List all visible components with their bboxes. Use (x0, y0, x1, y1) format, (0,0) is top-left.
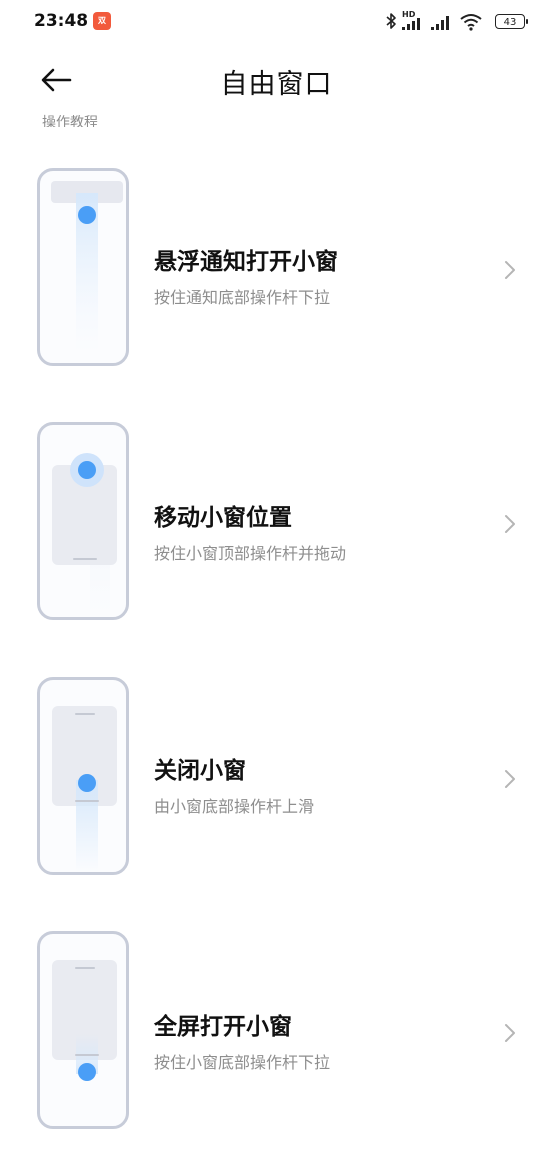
battery-indicator: 43 (495, 14, 528, 29)
item-title: 移动小窗位置 (154, 505, 292, 531)
chevron-right-icon (505, 515, 515, 533)
app-notification-icon: 双11 (93, 12, 111, 43)
list-item-floating-notification[interactable]: 悬浮通知打开小窗 按住通知底部操作杆下拉 (0, 168, 553, 378)
bluetooth-icon (386, 13, 396, 29)
phone-illustration (37, 422, 129, 620)
chevron-right-icon (505, 1024, 515, 1042)
gesture-illustration (51, 181, 123, 353)
signal-2-icon (431, 16, 449, 30)
chevron-right-icon (505, 261, 515, 279)
header: 自由窗口 (0, 44, 553, 116)
item-subtitle: 按住通知底部操作杆下拉 (154, 288, 331, 307)
item-text: 移动小窗位置 按住小窗顶部操作杆并拖动 (154, 498, 346, 564)
phone-illustration (37, 677, 129, 875)
signal-1-icon (402, 18, 420, 30)
status-time: 23:48 (34, 11, 89, 31)
wifi-icon (460, 14, 482, 31)
status-bar: 23:48 双11 HD 43 (0, 0, 553, 44)
page-title: 自由窗口 (220, 69, 333, 100)
item-title: 关闭小窗 (154, 758, 246, 784)
gesture-illustration (52, 453, 117, 615)
gesture-illustration (52, 706, 117, 872)
list-item-move-window[interactable]: 移动小窗位置 按住小窗顶部操作杆并拖动 (0, 422, 553, 632)
gesture-illustration (52, 960, 117, 1081)
section-label-text: 操作教程 (42, 115, 98, 127)
item-title: 全屏打开小窗 (154, 1014, 292, 1040)
item-subtitle: 按住小窗底部操作杆下拉 (154, 1053, 331, 1072)
chevron-right-icon (505, 770, 515, 788)
item-subtitle: 由小窗底部操作杆上滑 (154, 797, 315, 816)
list-item-close-window[interactable]: 关闭小窗 由小窗底部操作杆上滑 (0, 677, 553, 887)
list-item-fullscreen-window[interactable]: 全屏打开小窗 按住小窗底部操作杆下拉 (0, 931, 553, 1141)
battery-level: 43 (503, 17, 517, 28)
item-subtitle: 按住小窗顶部操作杆并拖动 (154, 544, 347, 563)
item-text: 关闭小窗 由小窗底部操作杆上滑 (154, 751, 314, 817)
phone-illustration (37, 931, 129, 1129)
section-label: 操作教程 (42, 107, 162, 127)
item-title: 悬浮通知打开小窗 (154, 249, 338, 275)
phone-illustration (37, 168, 129, 366)
item-text: 全屏打开小窗 按住小窗底部操作杆下拉 (154, 1007, 330, 1073)
item-text: 悬浮通知打开小窗 按住通知底部操作杆下拉 (154, 242, 338, 308)
